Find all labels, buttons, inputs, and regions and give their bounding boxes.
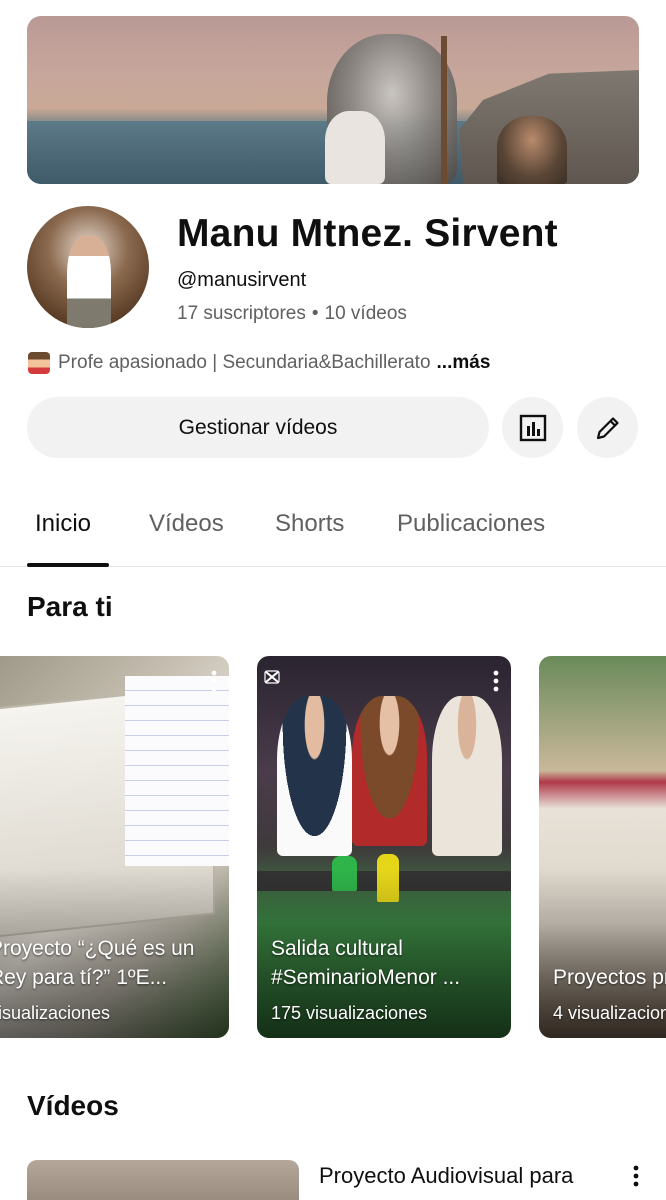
short-title: Proyecto “¿Qué es un Rey para tí?” 1ºE..… [0,937,195,989]
for-you-heading: Para ti [27,591,113,622]
shorts-carousel[interactable]: Proyecto “¿Qué es un Rey para tí?” 1ºE..… [0,656,666,1039]
banner-horse [325,111,385,184]
description-more-link[interactable]: ...más [437,352,491,374]
pencil-icon [596,416,619,439]
channel-banner [27,16,639,184]
tab-shorts[interactable]: Shorts [275,510,344,538]
short-card[interactable]: Salida cultural #SeminarioMenor ... 175 … [257,656,511,1038]
more-vert-icon[interactable] [633,1165,639,1187]
video-count: 10 vídeos [324,303,407,324]
video-thumbnail[interactable] [27,1160,299,1200]
manage-videos-button[interactable]: Gestionar vídeos [27,397,489,458]
short-thumbnail-person [352,696,427,846]
analytics-button[interactable] [502,397,563,458]
channel-name: Manu Mtnez. Sirvent [177,212,558,255]
short-views: visualizaciones [0,1003,111,1023]
channel-description[interactable]: Profe apasionado | Secundaria&Bachillera… [28,352,490,374]
avatar-person [67,236,111,328]
teacher-emoji-icon [28,352,50,374]
short-thumbnail-person [432,696,502,856]
channel-avatar[interactable] [27,206,149,328]
short-views: 4 visualizaciones [553,1003,666,1023]
banner-lance [441,36,447,184]
banner-squire [497,116,567,184]
channel-tabs: Inicio Vídeos Shorts Publicaciones [0,490,666,567]
videos-heading: Vídeos [27,1090,119,1121]
tab-inicio[interactable]: Inicio [35,510,91,538]
tab-publicaciones[interactable]: Publicaciones [397,510,545,538]
edit-channel-button[interactable] [577,397,638,458]
more-vert-icon[interactable] [493,670,499,692]
bar-chart-icon [519,414,546,441]
short-title: Salida cultural #SeminarioMenor ... [271,937,461,989]
short-thumbnail-person [277,696,352,856]
short-views: 175 visualizaciones [271,1003,428,1023]
subscriber-count: 17 suscriptores [177,303,306,324]
short-thumbnail-paper [125,676,229,866]
tab-videos[interactable]: Vídeos [149,510,224,538]
more-vert-icon[interactable] [211,670,217,692]
stats-separator: • [311,303,319,324]
video-title[interactable]: Proyecto Audiovisual para [319,1163,573,1189]
channel-handle: @manusirvent [177,269,307,291]
description-text: Profe apasionado | Secundaria&Bachillera… [58,352,431,373]
channel-stats: 17 suscriptores • 10 vídeos [177,303,407,325]
capcut-icon [264,670,280,684]
active-tab-indicator [27,563,109,567]
short-card[interactable]: Proyecto “¿Qué es un Rey para tí?” 1ºE..… [0,656,229,1038]
video-list-item[interactable]: Proyecto Audiovisual para [0,1160,666,1200]
short-card[interactable]: Proyectos presentado... 4 visualizacione… [539,656,666,1038]
short-title: Proyectos presentado... [553,966,666,989]
